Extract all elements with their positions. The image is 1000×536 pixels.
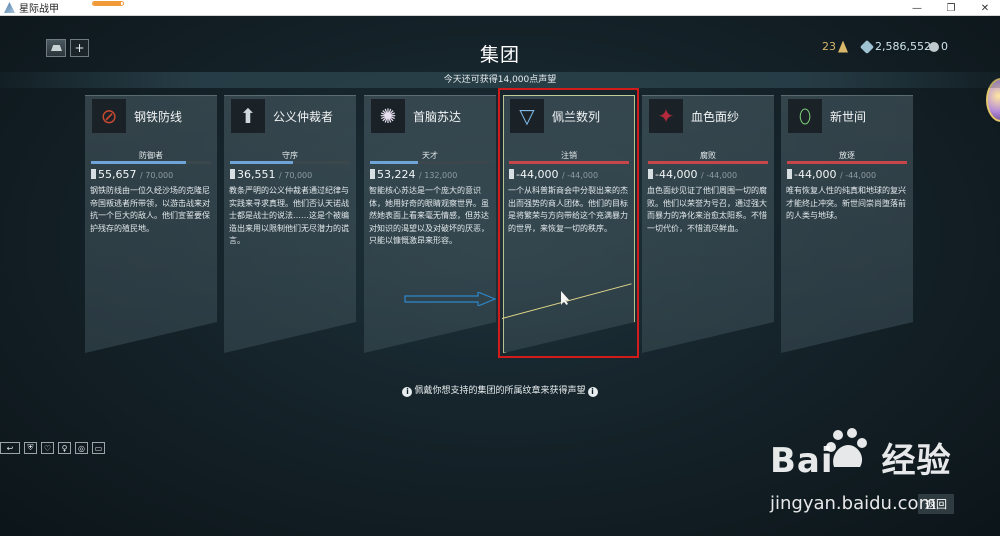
standing-max: / -44,000 [700, 171, 738, 180]
minimize-button[interactable]: — [902, 0, 932, 16]
mastery-icon [838, 40, 848, 53]
arrow-annotation-icon [404, 292, 496, 306]
syndicate-name: 公义仲裁者 [273, 110, 334, 124]
figure-icon[interactable]: ♀ [58, 442, 71, 454]
standing-icon [370, 169, 375, 179]
standing-current: 36,551 [237, 168, 276, 181]
window-title: 星际战甲 [19, 4, 59, 15]
close-button[interactable]: ✕ [970, 0, 1000, 16]
syndicate-card[interactable]: ⬯ 新世间 放逐 -44,000 / -44,000 唯有恢复人性的纯真和地球的复兴才能… [781, 95, 913, 353]
syndicate-card[interactable]: ✺ 首脑苏达天才 53,224 / 132,000 智能核心苏达是一个庞大的意识体，她… [364, 95, 496, 353]
app-icon [4, 2, 15, 13]
back-arrow-icon[interactable]: ↩ [0, 442, 20, 454]
footer-hint-text: 佩戴你想支持的集团的所属纹章来获得声望 [414, 386, 586, 396]
download-progress-bar [92, 1, 124, 6]
download-progress-fill [93, 2, 121, 5]
standing-value: 53,224 / 132,000 [370, 168, 457, 181]
standing-current: 55,657 [98, 168, 137, 181]
syndicate-rank: 天才 [422, 151, 438, 160]
emblem-glyph: ⊘ [100, 104, 118, 128]
emblem-glyph: ⬆ [239, 104, 257, 128]
baidu-logo-tail: 经验 [881, 441, 952, 481]
syndicate-rank: 腐败 [700, 151, 716, 160]
syndicate-rank: 放逐 [839, 151, 855, 160]
syndicate-description: 唯有恢复人性的纯真和地球的复兴才能终止冲突。新世间崇尚堕落前的人类与地球。 [786, 186, 906, 220]
credits-value: 2,586,552 [875, 40, 931, 53]
syndicate-emblem-icon: ⬯ [788, 99, 822, 133]
standing-bar [787, 161, 907, 164]
baidu-logo: Bai 经验 [770, 433, 952, 482]
footer-hint: i 佩戴你想支持的集团的所属纹章来获得声望 i [0, 383, 1000, 397]
standing-icon [648, 169, 653, 179]
platinum-icon [929, 41, 939, 52]
page-title: 集团 [479, 44, 520, 66]
standing-icon [91, 169, 96, 179]
standing-value: -44,000 / -44,000 [787, 168, 876, 181]
syndicate-card[interactable]: ✦ 血色面纱 腐败 -44,000 / -44,000 血色面纱见证了他们周围一切的腐败… [642, 95, 774, 353]
emblem-glyph: ✦ [657, 104, 675, 128]
syndicate-name: 首脑苏达 [413, 110, 462, 124]
emblem-glyph: ✺ [379, 104, 397, 128]
standing-current: -44,000 [655, 168, 698, 181]
loadout-button[interactable] [46, 39, 66, 57]
baidu-watermark: Bai 经验 jingyan.baidu.com [764, 427, 1000, 536]
maximize-button[interactable]: ❐ [936, 0, 966, 16]
standing-max: / 132,000 [419, 171, 458, 180]
syndicate-name: 钢铁防线 [134, 110, 183, 124]
standing-icon [787, 169, 792, 179]
standing-bar [91, 161, 211, 164]
credits-display: 2,586,552 [859, 39, 931, 54]
standing-bar [230, 161, 350, 164]
standing-value: 55,657 / 70,000 [91, 168, 173, 181]
syndicate-name: 新世间 [830, 110, 867, 124]
add-button[interactable]: + [70, 39, 89, 57]
syndicate-emblem-icon: ⬆ [231, 99, 265, 133]
bottom-toolbar: ↩ ⛨ ♡ ♀ ◎ ▭ [0, 442, 105, 456]
standing-bar-fill [787, 161, 907, 164]
card-icon[interactable]: ▭ [92, 442, 105, 454]
syndicate-description: 血色面纱见证了他们周围一切的腐败。他们以荣誉为号召，通过强大而暴力的净化来治愈太… [647, 186, 767, 233]
emblem-glyph: ⬯ [798, 104, 812, 128]
standing-bar-fill [648, 161, 768, 164]
syndicate-rank: 防御者 [139, 151, 163, 160]
standing-icon [230, 169, 235, 179]
target-icon[interactable]: ◎ [75, 442, 88, 454]
standing-bar-fill [91, 161, 187, 164]
mastery-rank-value: 23 [822, 40, 836, 53]
syndicate-emblem-icon: ✺ [371, 99, 405, 133]
shield-icon[interactable]: ⛨ [24, 442, 37, 454]
standing-bar [648, 161, 768, 164]
standing-current: 53,224 [377, 168, 416, 181]
syndicate-card[interactable]: ⊘ 钢铁防线 防御者 55,657 / 70,000 钢铁防线由一位久经沙场的克隆尼帝国… [85, 95, 217, 353]
daily-standing-banner: 今天还可获得14,000点声望 [0, 72, 1000, 88]
syndicate-emblem-icon: ⊘ [92, 99, 126, 133]
syndicate-name: 血色面纱 [691, 110, 740, 124]
syndicate-emblem-icon: ✦ [649, 99, 683, 133]
syndicate-description: 钢铁防线由一位久经沙场的克隆尼帝国叛逃者所带领，以游击战来对抗一个巨大的敌人。他… [90, 186, 210, 233]
syndicate-rank: 守序 [282, 151, 298, 160]
standing-current: -44,000 [794, 168, 837, 181]
baidu-url: jingyan.baidu.com [770, 493, 937, 514]
standing-bar [370, 161, 490, 164]
mastery-rank: 23 [822, 40, 848, 53]
standing-max: / 70,000 [279, 171, 313, 180]
standing-max: / 70,000 [140, 171, 174, 180]
syndicate-description: 教条严明的公义仲裁者通过纪律与实践来寻求真理。他们否认天诺战士都是战士的说法……… [229, 186, 349, 245]
standing-value: -44,000 / -44,000 [648, 168, 737, 181]
selection-highlight-box [498, 88, 639, 358]
info-icon: i [402, 387, 413, 397]
standing-bar-fill [370, 161, 419, 164]
info-icon: i [587, 387, 598, 397]
syndicate-card[interactable]: ⬆ 公义仲裁者守序 36,551 / 70,000 教条严明的公义仲裁者通过纪律与实践… [224, 95, 356, 353]
platinum-display: 0 [929, 40, 948, 53]
window-titlebar: 星际战甲 — ❐ ✕ [0, 0, 1000, 16]
credits-icon [859, 39, 875, 54]
syndicate-description: 智能核心苏达是一个庞大的意识体，她用好奇的眼睛观察世界。虽然她表面上看来毫无情感… [369, 186, 489, 245]
platinum-value: 0 [941, 40, 948, 53]
baidu-logo-text: Bai [770, 441, 834, 481]
standing-value: 36,551 / 70,000 [230, 168, 312, 181]
standing-max: / -44,000 [839, 171, 877, 180]
standing-bar-fill [230, 161, 293, 164]
heart-icon[interactable]: ♡ [41, 442, 54, 454]
